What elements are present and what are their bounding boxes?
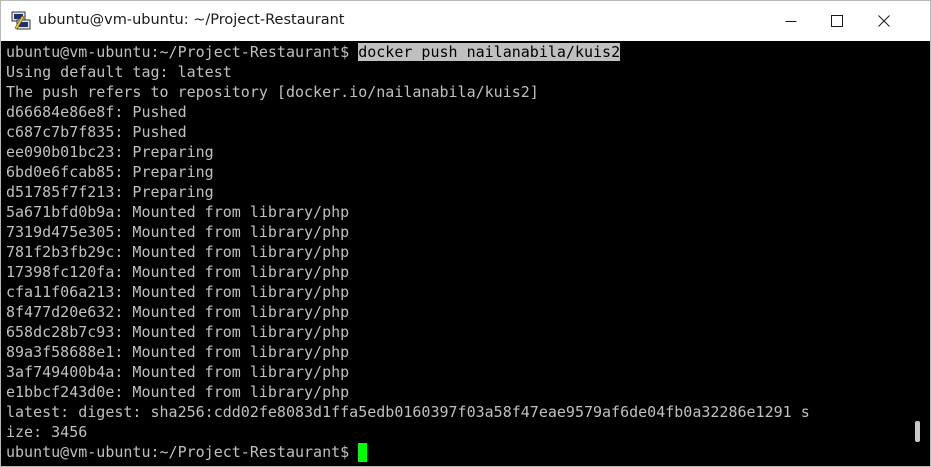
close-icon (878, 15, 890, 27)
scrollbar-thumb[interactable] (915, 421, 920, 442)
output-line: 89a3f58688e1: Mounted from library/php (6, 343, 350, 361)
output-line: latest: digest: sha256:cdd02fe8083d1ffa5… (6, 403, 810, 421)
shell-prompt: ubuntu@vm-ubuntu:~/Project-Restaurant$ (6, 43, 359, 61)
vertical-scrollbar[interactable] (907, 41, 930, 466)
output-line: The push refers to repository [docker.io… (6, 83, 539, 101)
output-line: 17398fc120fa: Mounted from library/php (6, 263, 350, 281)
current-prompt-line[interactable]: ubuntu@vm-ubuntu:~/Project-Restaurant$ (6, 442, 368, 462)
terminal-window: ubuntu@vm-ubuntu: ~/Project-Restaurant u… (0, 0, 931, 467)
terminal-output-area[interactable]: ubuntu@vm-ubuntu:~/Project-Restaurant$ d… (1, 41, 907, 466)
output-line: ee090b01bc23: Preparing (6, 143, 214, 161)
output-line: 6bd0e6fcab85: Preparing (6, 163, 214, 181)
output-line: 5a671bfd0b9a: Mounted from library/php (6, 203, 350, 221)
output-line: 781f2b3fb29c: Mounted from library/php (6, 243, 350, 261)
minimize-icon (785, 21, 797, 22)
output-line: 3af749400b4a: Mounted from library/php (6, 363, 350, 381)
output-line: ize: 3456 (6, 423, 88, 441)
output-line: c687c7b7f835: Pushed (6, 123, 187, 141)
output-line: d66684e86e8f: Pushed (6, 103, 187, 121)
maximize-icon (831, 15, 843, 27)
command-line: ubuntu@vm-ubuntu:~/Project-Restaurant$ d… (6, 42, 621, 62)
output-line: cfa11f06a213: Mounted from library/php (6, 283, 350, 301)
shell-prompt: ubuntu@vm-ubuntu:~/Project-Restaurant$ (6, 443, 359, 461)
output-line: d51785f7f213: Preparing (6, 183, 214, 201)
maximize-button[interactable] (814, 1, 860, 41)
output-line: e1bbcf243d0e: Mounted from library/php (6, 383, 350, 401)
window-title: ubuntu@vm-ubuntu: ~/Project-Restaurant (38, 12, 345, 28)
output-line: 7319d475e305: Mounted from library/php (6, 223, 350, 241)
output-line: 658dc28b7c93: Mounted from library/php (6, 323, 350, 341)
title-bar[interactable]: ubuntu@vm-ubuntu: ~/Project-Restaurant (1, 1, 930, 41)
output-line: Using default tag: latest (6, 63, 232, 81)
text-cursor (358, 443, 368, 462)
minimize-button[interactable] (768, 1, 814, 41)
close-button[interactable] (861, 1, 907, 41)
output-line: 8f477d20e632: Mounted from library/php (6, 303, 350, 321)
entered-command: docker push nailanabila/kuis2 (358, 43, 621, 61)
putty-terminal-icon[interactable] (11, 11, 31, 31)
